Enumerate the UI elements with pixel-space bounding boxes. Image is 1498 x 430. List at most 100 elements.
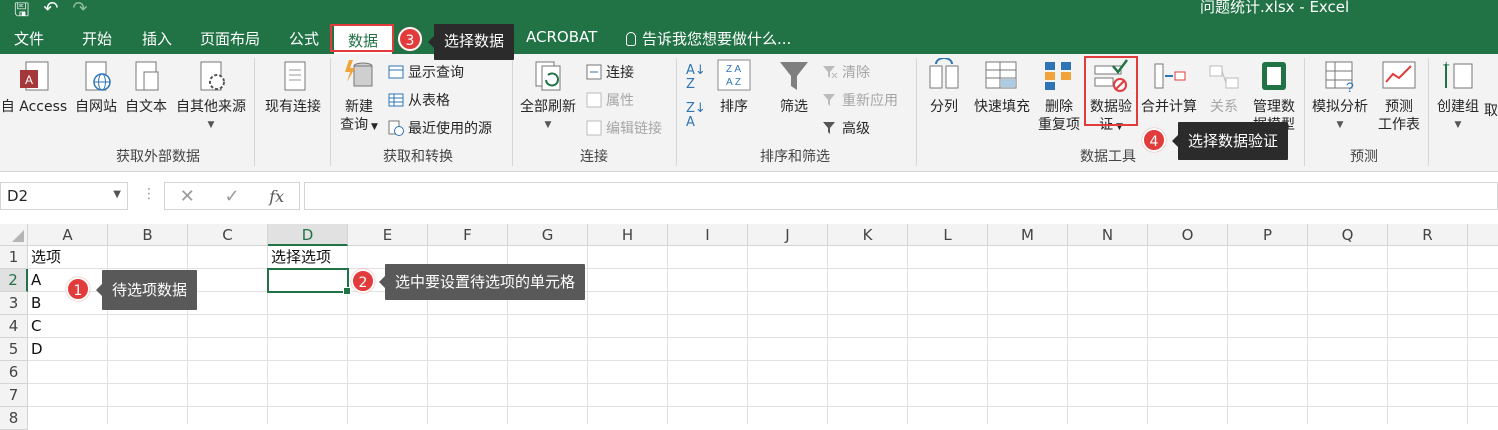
relationships-button[interactable]: 关系 (1202, 58, 1246, 116)
connections-icon (586, 64, 602, 80)
recent-sources-button[interactable]: 最近使用的源 (388, 118, 492, 138)
clear-filter-icon (822, 64, 838, 80)
relationships-icon (1206, 58, 1242, 94)
cell-a3[interactable]: B (28, 292, 41, 314)
ribbon-separator (1428, 58, 1429, 166)
reapply-button[interactable]: 重新应用 (822, 90, 898, 110)
tab-file[interactable]: 文件 (14, 28, 44, 49)
refresh-all-button[interactable]: 全部刷新 ▼ (516, 58, 580, 134)
new-query-icon (341, 58, 377, 94)
text-to-columns-button[interactable]: 分列 (922, 57, 966, 116)
row-header[interactable]: 1 (0, 246, 28, 269)
from-table-button[interactable]: 从表格 (388, 90, 450, 110)
edit-links-button[interactable]: 编辑链接 (586, 118, 662, 138)
forecast-sheet-button[interactable]: 预测 工作表 (1374, 58, 1424, 134)
formula-input[interactable] (304, 182, 1498, 210)
enter-icon[interactable]: ✓ (225, 186, 240, 207)
properties-button[interactable]: 属性 (586, 90, 634, 110)
column-header[interactable]: R (1388, 224, 1468, 246)
active-cell-d2[interactable] (267, 268, 351, 295)
flash-fill-button[interactable]: 快速填充 (970, 58, 1034, 116)
row-header[interactable]: 8 (0, 407, 28, 430)
cell-a5[interactable]: D (28, 338, 43, 360)
insert-function-icon[interactable]: fx (269, 187, 284, 206)
ungroup-button[interactable]: 取 (1484, 102, 1498, 120)
column-header[interactable]: B (108, 224, 188, 246)
gridline (1387, 246, 1388, 424)
existing-connections-button[interactable]: 现有连接 (260, 58, 326, 116)
step-badge-3: 3 (398, 27, 422, 51)
row-header[interactable]: 7 (0, 384, 28, 407)
new-query-label-2: 查询 (340, 117, 369, 133)
callout-select-validation: 选择数据验证 (1171, 122, 1289, 160)
from-other-sources-button[interactable]: 自其他来源 ▼ (172, 58, 250, 134)
from-web-button[interactable]: 自网站 (72, 58, 120, 116)
column-header[interactable]: F (428, 224, 508, 246)
advanced-filter-button[interactable]: 高级 (822, 118, 870, 138)
callout-select-data: 选择数据 (427, 24, 515, 60)
column-header[interactable]: A (28, 224, 108, 246)
forecast-sheet-label-1: 预测 (1385, 99, 1413, 115)
row-header[interactable]: 6 (0, 361, 28, 384)
name-box[interactable]: D2 ▼ (0, 182, 128, 210)
cell-d1[interactable]: 选择选项 (268, 246, 331, 268)
column-header[interactable]: K (828, 224, 908, 246)
text-to-columns-label: 分列 (930, 99, 958, 115)
column-header[interactable]: L (908, 224, 988, 246)
column-header[interactable]: P (1228, 224, 1308, 246)
column-header[interactable]: N (1068, 224, 1148, 246)
what-if-analysis-button[interactable]: ? 模拟分析 ▼ (1308, 58, 1372, 134)
sort-za-icon[interactable]: Z↓ A (686, 102, 706, 130)
filter-button[interactable]: 筛选 (772, 58, 816, 116)
cell-a2[interactable]: A (28, 269, 41, 291)
window-title: 问题统计.xlsx - Excel (1200, 0, 1350, 16)
column-header[interactable]: M (988, 224, 1068, 246)
row-header[interactable]: 5 (0, 338, 28, 361)
column-header[interactable]: Q (1308, 224, 1388, 246)
column-header[interactable]: I (668, 224, 748, 246)
column-header[interactable] (1468, 224, 1498, 246)
from-text-button[interactable]: 自文本 (122, 58, 170, 116)
new-query-button[interactable]: 新建 查询 ▼ (336, 58, 382, 136)
cancel-icon[interactable]: ✕ (180, 186, 195, 207)
select-all-button[interactable] (0, 224, 28, 246)
group-button[interactable]: + 创建组 ▼ (1432, 58, 1484, 134)
row-header[interactable]: 2 (0, 269, 28, 292)
gridline (1467, 246, 1468, 424)
cell-a1[interactable]: 选项 (28, 246, 61, 268)
sort-label: 排序 (720, 99, 748, 115)
new-query-label-1: 新建 (345, 99, 373, 115)
sort-az-icon[interactable]: A↓ Z (686, 64, 706, 92)
tab-formulas[interactable]: 公式 (289, 28, 319, 49)
column-header[interactable]: C (188, 224, 268, 246)
tab-page-layout[interactable]: 页面布局 (200, 28, 260, 49)
tab-home[interactable]: 开始 (82, 28, 112, 49)
clear-filter-button[interactable]: 清除 (822, 62, 870, 82)
sort-button[interactable]: Z A A Z 排序 (712, 58, 756, 116)
ribbon-separator (1304, 58, 1305, 166)
column-header[interactable]: O (1148, 224, 1228, 246)
column-header[interactable]: G (508, 224, 588, 246)
cell-a4[interactable]: C (28, 315, 41, 337)
column-header[interactable]: D (268, 224, 348, 246)
ribbon-separator (330, 58, 331, 166)
connections-button[interactable]: 连接 (586, 62, 634, 82)
ribbon-separator (916, 58, 917, 166)
consolidate-label: 合并计算 (1141, 99, 1197, 115)
refresh-all-label: 全部刷新 (520, 99, 576, 115)
row-header[interactable]: 4 (0, 315, 28, 338)
gridline (667, 246, 668, 424)
column-header[interactable]: J (748, 224, 828, 246)
tell-me-search[interactable]: 告诉我您想要做什么... (626, 28, 791, 49)
show-queries-button[interactable]: 显示查询 (388, 62, 464, 82)
tab-acrobat[interactable]: ACROBAT (526, 28, 597, 46)
tab-insert[interactable]: 插入 (142, 28, 172, 49)
row-header[interactable]: 3 (0, 292, 28, 315)
column-header[interactable]: E (348, 224, 428, 246)
chevron-down-icon[interactable]: ▼ (113, 189, 121, 200)
from-access-button[interactable]: A 自 Access (0, 58, 68, 116)
column-header[interactable]: H (588, 224, 668, 246)
consolidate-button[interactable]: 合并计算 (1138, 58, 1200, 116)
resize-handle-icon[interactable]: ⋮ (142, 186, 156, 202)
remove-duplicates-button[interactable]: 删除 重复项 (1034, 58, 1084, 134)
